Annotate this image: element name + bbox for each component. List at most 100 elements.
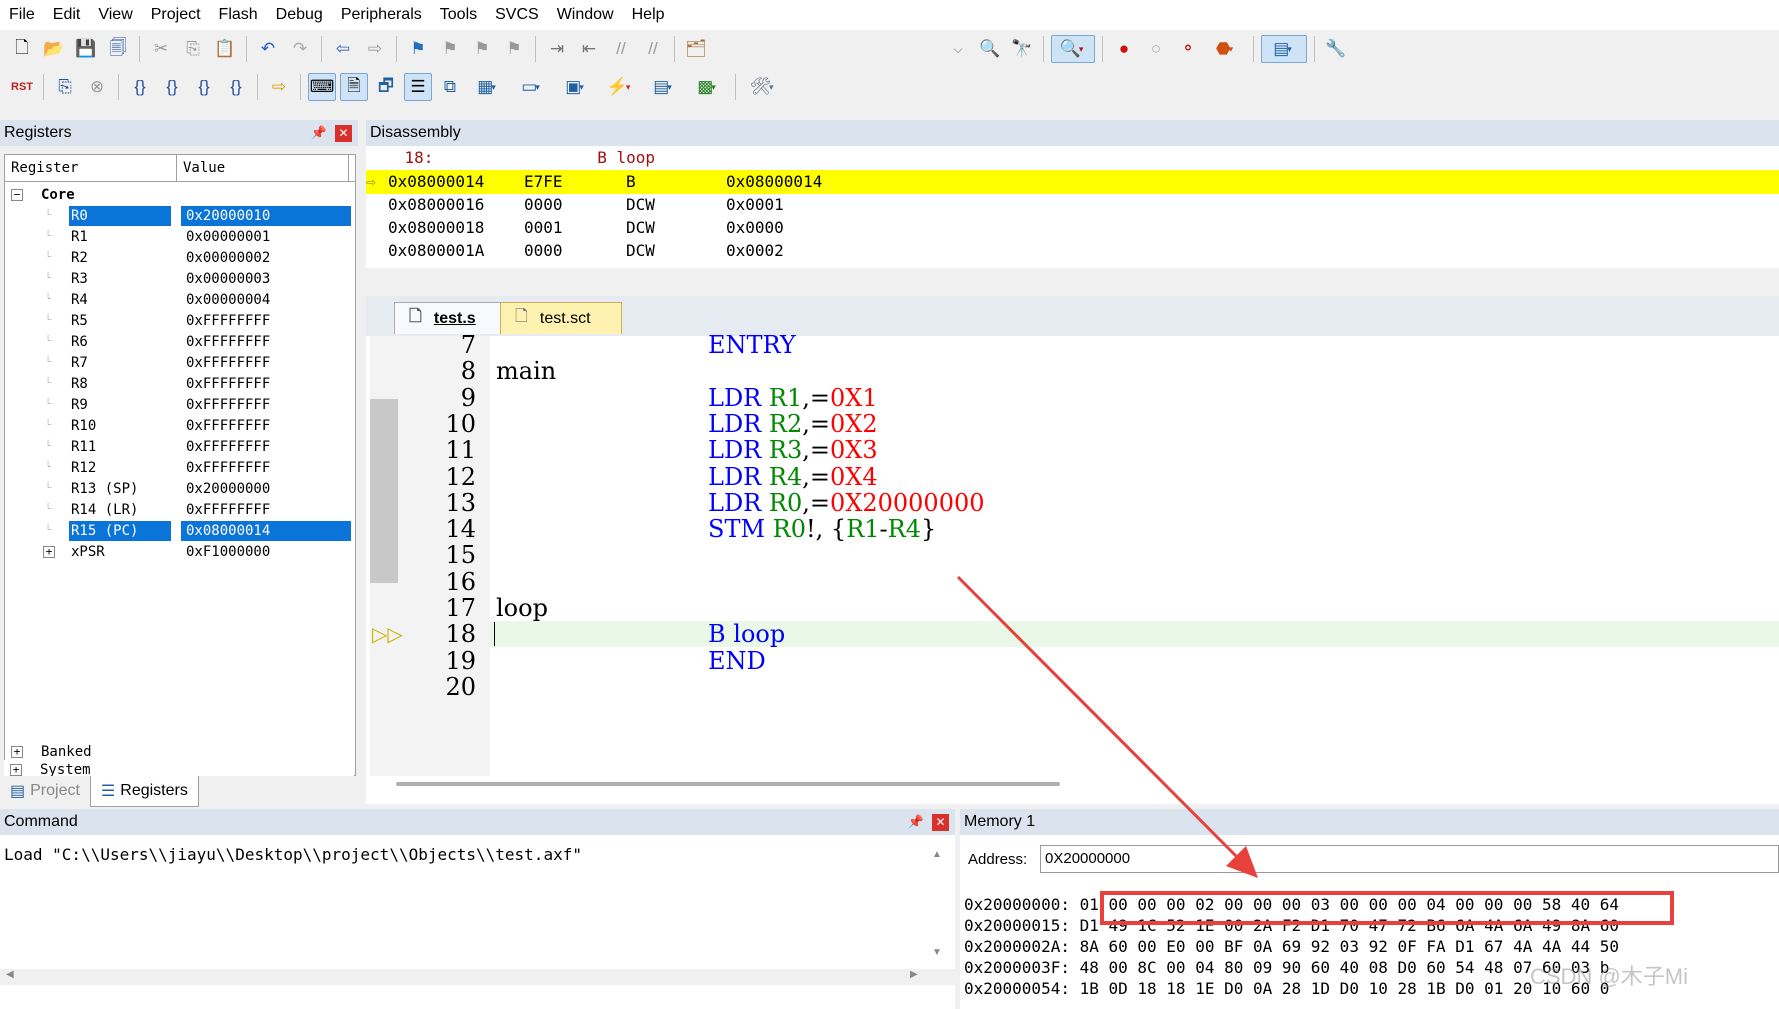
undo-icon[interactable]: ↶ [254,35,282,63]
register-value[interactable]: 0xFFFFFFFF [186,395,270,415]
register-value[interactable]: 0xFFFFFFFF [186,374,270,394]
horizontal-scrollbar[interactable]: ◀ ▶ [0,969,955,985]
menu-file[interactable]: File [0,6,44,24]
registers-tree[interactable]: Register Value − Core └ R0 0x20000010 └ R1 0x… [4,154,356,776]
nav-forward-icon[interactable]: ⇨ [361,35,389,63]
register-value[interactable]: 0x20000000 [186,479,270,499]
watch-windows-icon[interactable]: ▦ ▾ [468,73,508,101]
menu-edit[interactable]: Edit [44,6,90,24]
step-into-icon[interactable]: {} [126,73,154,101]
menu-window[interactable]: Window [548,6,623,24]
disassembly-row-current[interactable]: ⇨ 0x08000014 E7FE B 0x08000014 [366,170,1779,194]
step-out-icon[interactable]: {} [190,73,218,101]
register-row[interactable]: └ R11 0xFFFFFFFF [5,437,355,457]
register-row[interactable]: └ R9 0xFFFFFFFF [5,395,355,415]
scroll-down-icon[interactable]: ▼ [932,947,942,958]
register-row[interactable]: └ R0 0x20000010 [5,206,355,226]
register-value[interactable]: 0xFFFFFFFF [186,458,270,478]
find-icon[interactable]: 🔍 [976,35,1004,63]
register-row[interactable]: └ R15 (PC) 0x08000014 [5,521,355,541]
system-viewer-icon[interactable]: ▩ ▾ [688,73,728,101]
register-value[interactable]: 0xFFFFFFFF [186,437,270,457]
enable-breakpoint-icon[interactable]: ○ [1142,35,1170,63]
register-row[interactable]: └ R12 0xFFFFFFFF [5,458,355,478]
command-window-icon[interactable]: ⌨ [308,73,336,101]
window-layout-icon[interactable]: ▤ ▾ [1261,35,1307,63]
register-value[interactable]: 0x08000014 [181,521,351,541]
configure-icon[interactable]: 🔧 [1322,35,1350,63]
scroll-left-icon[interactable]: ◀ [6,969,14,980]
paste-icon[interactable]: 📋 [211,35,239,63]
run-to-cursor-icon[interactable]: {} [222,73,250,101]
copy-icon[interactable]: ⎘ [179,35,207,63]
register-row[interactable]: └ R6 0xFFFFFFFF [5,332,355,352]
menu-debug[interactable]: Debug [267,6,332,24]
disassembly-row[interactable]: 0x08000016 0000 DCW 0x0001 [366,193,1779,217]
serial-windows-icon[interactable]: ▣ ▾ [556,73,596,101]
call-stack-window-icon[interactable]: ⧉ [436,73,464,101]
debug-session-icon[interactable]: 🔍 ▾ [1051,35,1095,63]
symbols-window-icon[interactable]: 🗗 [372,73,400,101]
register-row[interactable]: └ R3 0x00000003 [5,269,355,289]
register-value[interactable]: 0xF1000000 [186,542,270,562]
redo-icon[interactable]: ↷ [286,35,314,63]
menu-project[interactable]: Project [142,6,210,24]
column-header-value[interactable]: Value [177,155,349,181]
tree-group-core[interactable]: − Core [5,185,355,205]
analysis-windows-icon[interactable]: ⚡ ▾ [600,73,640,101]
show-next-statement-icon[interactable]: ⇨ [265,73,293,101]
open-file-icon[interactable]: 📂 [40,35,68,63]
stop-icon[interactable]: ⊗ [83,73,111,101]
expand-icon[interactable]: + [43,546,55,558]
new-file-icon[interactable]: 🗋 [8,35,36,63]
menu-view[interactable]: View [89,6,141,24]
register-value[interactable]: 0xFFFFFFFF [186,416,270,436]
scroll-right-icon[interactable]: ▶ [910,969,918,980]
memory-row[interactable]: 0x20000054: 1B 0D 18 18 1E D0 0A 28 1D D… [964,977,1609,1001]
kill-breakpoints-icon[interactable]: ⬣ ▾ [1206,35,1246,63]
register-row[interactable]: └ R5 0xFFFFFFFF [5,311,355,331]
save-icon[interactable]: 💾 [72,35,100,63]
pin-icon[interactable]: 📌 [908,814,924,830]
code-line[interactable]: 20 [366,672,1779,702]
comment-icon[interactable]: // [607,35,635,63]
register-value[interactable]: 0x00000001 [186,227,270,247]
insert-breakpoint-icon[interactable]: ● [1110,35,1138,63]
register-value[interactable]: 0xFFFFFFFF [186,353,270,373]
column-header-register[interactable]: Register [5,155,177,181]
registers-window-icon[interactable]: ☰ [404,73,432,101]
unindent-icon[interactable]: ⇤ [575,35,603,63]
register-value[interactable]: 0x20000010 [181,206,351,226]
run-icon[interactable]: ⎘ [51,73,79,101]
cut-icon[interactable]: ✂ [147,35,175,63]
disable-all-breakpoints-icon[interactable]: ⚬ [1174,35,1202,63]
register-row[interactable]: └ R8 0xFFFFFFFF [5,374,355,394]
find-in-files-icon[interactable]: 🗂 [682,35,710,63]
expand-icon[interactable]: + [10,764,22,776]
register-row[interactable]: + xPSR 0xF1000000 [5,542,355,562]
next-bookmark-icon[interactable]: ⚑ [468,35,496,63]
indent-icon[interactable]: ⇥ [543,35,571,63]
register-row[interactable]: └ R7 0xFFFFFFFF [5,353,355,373]
horizontal-scrollbar[interactable] [396,782,1060,786]
incremental-find-icon[interactable]: 🔭 [1008,35,1036,63]
scroll-up-icon[interactable]: ▲ [932,849,942,860]
pin-icon[interactable]: 📌 [311,125,327,141]
disassembly-row[interactable]: 0x08000018 0001 DCW 0x0000 [366,216,1779,240]
menu-svcs[interactable]: SVCS [486,6,548,24]
reset-icon[interactable]: RST [8,73,36,101]
tab-project[interactable]: ▤ Project [0,776,90,806]
step-over-icon[interactable]: {} [158,73,186,101]
uncomment-icon[interactable]: // [639,35,667,63]
clear-bookmarks-icon[interactable]: ⚑ [500,35,528,63]
register-row[interactable]: └ R13 (SP) 0x20000000 [5,479,355,499]
close-icon[interactable]: ✕ [932,813,949,831]
register-row[interactable]: └ R1 0x00000001 [5,227,355,247]
prev-bookmark-icon[interactable]: ⚑ [436,35,464,63]
menu-flash[interactable]: Flash [210,6,267,24]
nav-back-icon[interactable]: ⇦ [329,35,357,63]
menu-help[interactable]: Help [623,6,674,24]
collapse-icon[interactable]: − [11,189,23,201]
menu-tools[interactable]: Tools [431,6,486,24]
save-all-icon[interactable]: 🗐 [104,35,132,63]
